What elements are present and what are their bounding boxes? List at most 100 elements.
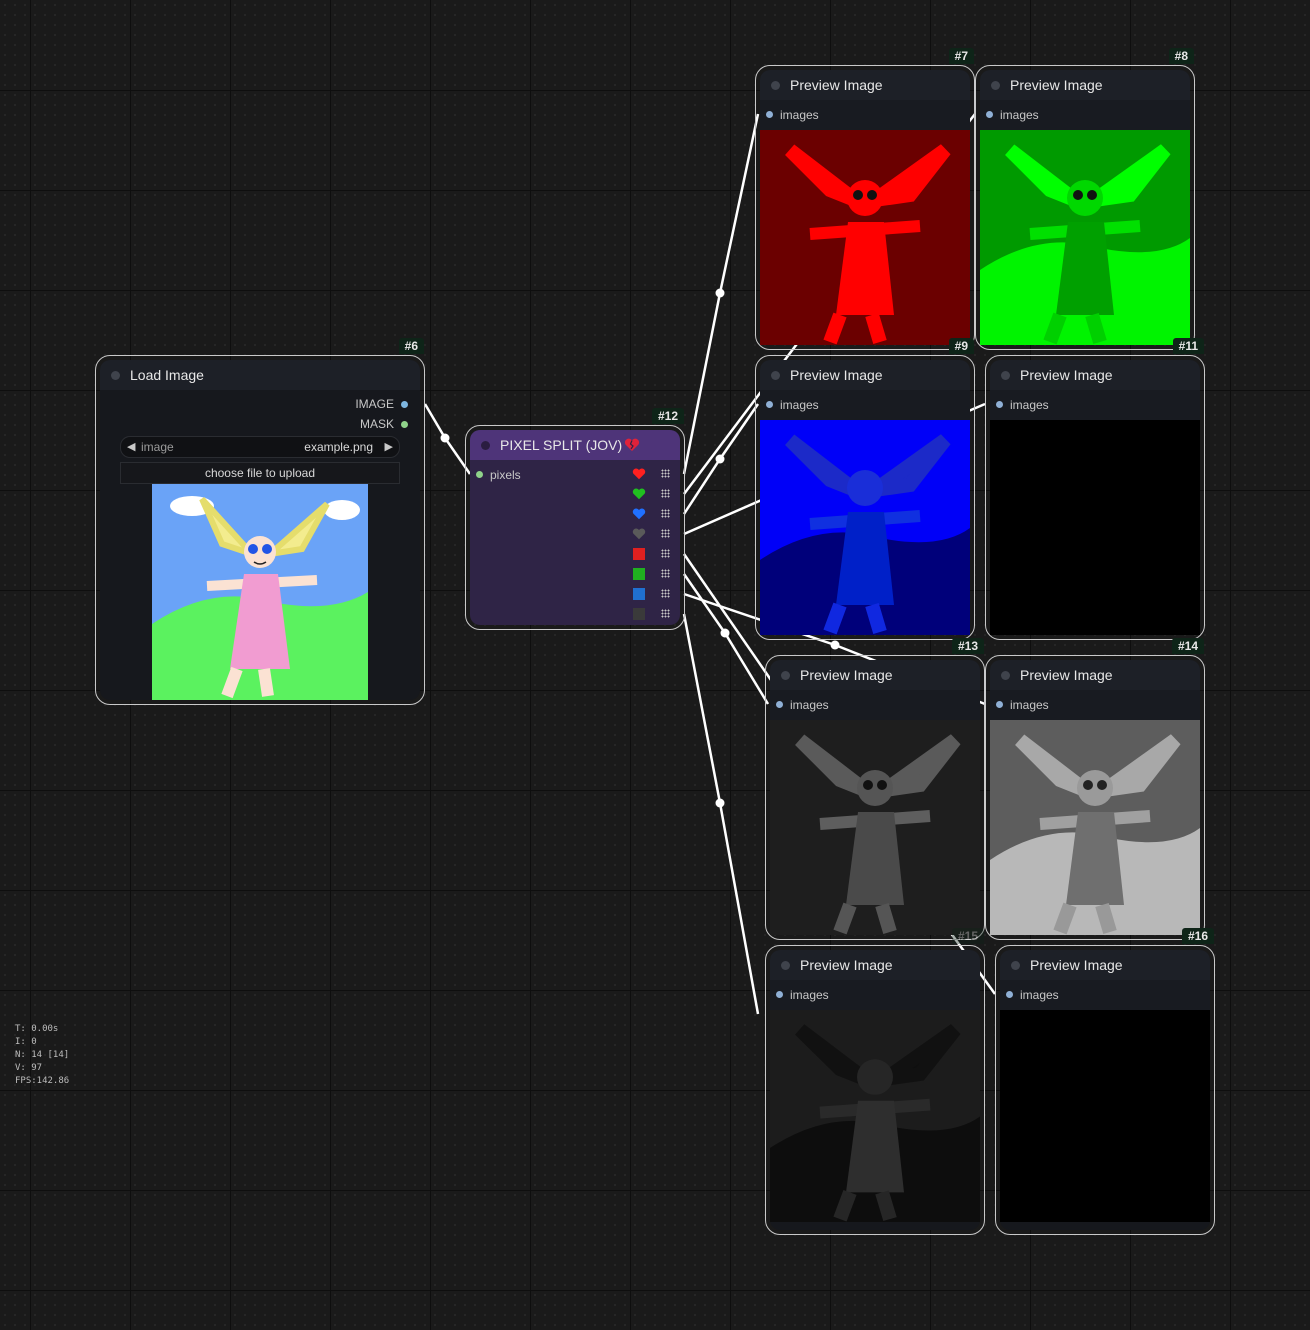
collapse-dot-icon[interactable] — [781, 961, 790, 970]
node-title[interactable]: Preview Image — [770, 660, 980, 690]
collapse-dot-icon[interactable] — [781, 671, 790, 680]
node-title-label: Preview Image — [1020, 367, 1113, 383]
node-title[interactable]: Preview Image — [760, 70, 970, 100]
node-title[interactable]: Load Image — [100, 360, 420, 390]
node-title[interactable]: PIXEL SPLIT (JOV) — [470, 430, 680, 460]
arrow-right-icon[interactable]: ▶ — [385, 437, 393, 457]
input-images-label: images — [1000, 108, 1039, 122]
input-images-label: images — [1010, 698, 1049, 712]
output-grey-square[interactable] — [632, 604, 672, 624]
node-title-label: Preview Image — [790, 77, 883, 93]
node-title-label: PIXEL SPLIT (JOV) — [500, 437, 623, 453]
collapse-dot-icon[interactable] — [481, 441, 490, 450]
grid-dots-icon[interactable] — [661, 609, 670, 618]
node-title[interactable]: Preview Image — [1000, 950, 1210, 980]
input-pixels-label: pixels — [490, 468, 521, 482]
preview-node-7[interactable]: #7 Preview Image images — [755, 48, 975, 350]
stat-visible: V: 97 — [15, 1063, 43, 1073]
collapse-dot-icon[interactable] — [1001, 671, 1010, 680]
output-image[interactable]: IMAGE — [100, 394, 420, 414]
preview-image-red — [760, 130, 970, 345]
grid-dots-icon[interactable] — [661, 549, 670, 558]
node-title-label: Preview Image — [800, 957, 893, 973]
input-images-dot-icon[interactable] — [776, 991, 783, 998]
output-blue-square[interactable] — [632, 584, 672, 604]
output-red-heart[interactable] — [632, 464, 672, 484]
wire-to-preview-9 — [682, 403, 760, 515]
collapse-dot-icon[interactable] — [771, 371, 780, 380]
node-title[interactable]: Preview Image — [770, 950, 980, 980]
output-red-square[interactable] — [632, 544, 672, 564]
input-images[interactable]: images — [770, 980, 980, 1010]
preview-image-green — [980, 130, 1190, 345]
collapse-dot-icon[interactable] — [771, 81, 780, 90]
input-images-dot-icon[interactable] — [766, 111, 773, 118]
input-images[interactable]: images — [770, 690, 980, 720]
output-grey-heart[interactable] — [632, 524, 672, 544]
node-title[interactable]: Preview Image — [760, 360, 970, 390]
grid-dots-icon[interactable] — [661, 529, 670, 538]
node-id-badge: #9 — [948, 338, 974, 354]
preview-node-15[interactable]: #15 Preview Image images — [765, 928, 985, 1235]
collapse-dot-icon[interactable] — [111, 371, 120, 380]
node-id-badge: #12 — [651, 408, 684, 424]
input-images-dot-icon[interactable] — [986, 111, 993, 118]
preview-image-empty — [990, 420, 1200, 635]
pixel-split-node[interactable]: #12 PIXEL SPLIT (JOV) pixels — [465, 408, 685, 630]
upload-button[interactable]: choose file to upload — [120, 462, 400, 484]
arrow-left-icon[interactable]: ◀ — [127, 437, 135, 457]
output-image-dot-icon[interactable] — [401, 401, 408, 408]
preview-node-9[interactable]: #9 Preview Image images — [755, 338, 975, 640]
input-images-dot-icon[interactable] — [1006, 991, 1013, 998]
input-images-dot-icon[interactable] — [996, 401, 1003, 408]
output-green-heart[interactable] — [632, 484, 672, 504]
preview-node-13[interactable]: #13 Preview Image images — [765, 638, 985, 940]
input-images[interactable]: images — [1000, 980, 1210, 1010]
node-id-badge: #14 — [1171, 638, 1204, 654]
output-green-square[interactable] — [632, 564, 672, 584]
grid-dots-icon[interactable] — [661, 589, 670, 598]
blue-square-icon — [633, 588, 645, 600]
input-images-dot-icon[interactable] — [776, 701, 783, 708]
stat-iterations: I: 0 — [15, 1037, 37, 1047]
input-images-dot-icon[interactable] — [766, 401, 773, 408]
output-mask-dot-icon[interactable] — [401, 421, 408, 428]
wire-to-preview-15 — [682, 613, 760, 1015]
input-pixels-dot-icon[interactable] — [476, 471, 483, 478]
preview-node-16[interactable]: #16 Preview Image images — [995, 928, 1215, 1235]
load-image-node[interactable]: #6 Load Image IMAGE MASK ◀ image example… — [95, 338, 425, 705]
node-title[interactable]: Preview Image — [980, 70, 1190, 100]
input-images-label: images — [1020, 988, 1059, 1002]
grid-dots-icon[interactable] — [661, 509, 670, 518]
grey-square-icon — [633, 608, 645, 620]
preview-node-8[interactable]: #8 Preview Image images — [975, 48, 1195, 350]
node-id-badge: #16 — [1181, 928, 1214, 944]
grey-heart-icon — [632, 528, 646, 540]
node-title-label: Preview Image — [800, 667, 893, 683]
wire-to-preview-13 — [682, 573, 770, 705]
image-combo-widget[interactable]: ◀ image example.png ▶ — [120, 436, 400, 458]
node-title[interactable]: Preview Image — [990, 360, 1200, 390]
output-mask-label: MASK — [359, 417, 394, 431]
input-images-dot-icon[interactable] — [996, 701, 1003, 708]
preview-image-gray-darker — [770, 1010, 980, 1222]
input-images[interactable]: images — [990, 390, 1200, 420]
load-image-preview — [152, 484, 368, 700]
grid-dots-icon[interactable] — [661, 469, 670, 478]
input-images[interactable]: images — [990, 690, 1200, 720]
collapse-dot-icon[interactable] — [1001, 371, 1010, 380]
collapse-dot-icon[interactable] — [1011, 961, 1020, 970]
input-images[interactable]: images — [760, 100, 970, 130]
render-stats: T: 0.00s I: 0 N: 14 [14] V: 97 FPS:142.8… — [15, 1023, 69, 1088]
input-images[interactable]: images — [760, 390, 970, 420]
output-blue-heart[interactable] — [632, 504, 672, 524]
grid-dots-icon[interactable] — [661, 569, 670, 578]
widget-label: image — [141, 440, 174, 454]
output-mask[interactable]: MASK — [100, 414, 420, 434]
input-images[interactable]: images — [980, 100, 1190, 130]
node-title[interactable]: Preview Image — [990, 660, 1200, 690]
grid-dots-icon[interactable] — [661, 489, 670, 498]
collapse-dot-icon[interactable] — [991, 81, 1000, 90]
preview-node-11[interactable]: #11 Preview Image images — [985, 338, 1205, 640]
preview-node-14[interactable]: #14 Preview Image images — [985, 638, 1205, 940]
